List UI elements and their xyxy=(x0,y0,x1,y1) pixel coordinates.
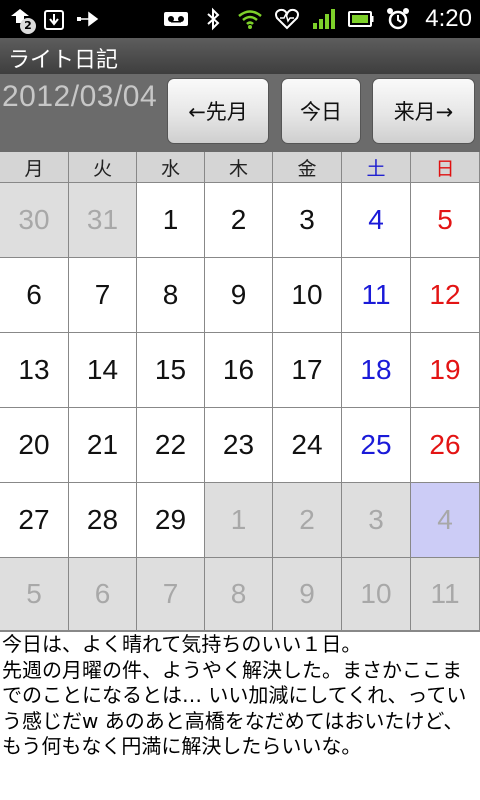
wifi-icon xyxy=(236,6,264,32)
calendar-day-cell[interactable]: 8 xyxy=(205,558,273,631)
weekday-wed-header: 水 xyxy=(137,152,205,183)
calendar-day-cell[interactable]: 19 xyxy=(411,333,480,408)
battery-icon xyxy=(347,6,375,32)
calendar-day-cell[interactable]: 20 xyxy=(0,408,69,483)
calendar-day-cell[interactable]: 24 xyxy=(273,408,342,483)
today-button[interactable]: 今日 xyxy=(281,78,361,144)
calendar-header: 2012/03/04 ←先月 今日 来月→ xyxy=(0,74,480,152)
alarm-icon xyxy=(384,6,412,32)
calendar-day-cell[interactable]: 30 xyxy=(0,183,69,258)
status-bar-time: 4:20 xyxy=(425,5,472,32)
sync-icon: 2 xyxy=(6,6,36,34)
prev-month-button[interactable]: ←先月 xyxy=(167,78,269,144)
calendar-day-cell[interactable]: 17 xyxy=(273,333,342,408)
calendar-day-cell[interactable]: 13 xyxy=(0,333,69,408)
download-icon xyxy=(40,6,68,32)
next-month-button[interactable]: 来月→ xyxy=(372,78,475,144)
calendar-day-cell[interactable]: 3 xyxy=(342,483,411,558)
status-bar-left: 2 xyxy=(6,4,102,34)
voicemail-icon xyxy=(162,6,190,32)
calendar-day-cell[interactable]: 9 xyxy=(273,558,342,631)
calendar-day-cell[interactable]: 9 xyxy=(205,258,273,333)
weekday-sat-header: 土 xyxy=(342,152,411,183)
weekday-mon-header: 月 xyxy=(0,152,69,183)
calendar-day-cell[interactable]: 1 xyxy=(205,483,273,558)
weekday-fri-header: 金 xyxy=(273,152,342,183)
calendar-day-cell[interactable]: 14 xyxy=(69,333,137,408)
calendar-day-cell[interactable]: 15 xyxy=(137,333,205,408)
heart-monitor-icon xyxy=(273,6,301,32)
calendar-day-cell[interactable]: 16 xyxy=(205,333,273,408)
calendar-day-cell[interactable]: 27 xyxy=(0,483,69,558)
calendar-day-cell[interactable]: 21 xyxy=(69,408,137,483)
calendar-day-cell[interactable]: 25 xyxy=(342,408,411,483)
calendar-day-cell[interactable]: 3 xyxy=(273,183,342,258)
status-bar-right: 4:20 xyxy=(162,4,472,34)
app-title-bar: ライト日記 xyxy=(0,38,480,74)
calendar-day-cell[interactable]: 10 xyxy=(342,558,411,631)
calendar-day-cell[interactable]: 4 xyxy=(342,183,411,258)
calendar-day-cell[interactable]: 2 xyxy=(205,183,273,258)
calendar-day-cell[interactable]: 5 xyxy=(0,558,69,631)
calendar-day-cell[interactable]: 11 xyxy=(411,558,480,631)
calendar-grid: 月火水木金土日 30 31 1 2 3 4 5 6 7 8 9 10 11 12 13 14 15 16 17 18 19… xyxy=(0,152,480,631)
weekday-tue-header: 火 xyxy=(69,152,137,183)
calendar-day-cell[interactable]: 22 xyxy=(137,408,205,483)
calendar-day-cell[interactable]: 4 xyxy=(411,483,480,558)
calendar-day-cell[interactable]: 18 xyxy=(342,333,411,408)
usb-icon xyxy=(74,6,102,32)
calendar-day-cell[interactable]: 28 xyxy=(69,483,137,558)
calendar-day-cell[interactable]: 29 xyxy=(137,483,205,558)
current-date: 2012/03/04 xyxy=(2,80,158,113)
notification-count-badge: 2 xyxy=(20,18,36,34)
calendar-day-cell[interactable]: 2 xyxy=(273,483,342,558)
calendar-day-cell[interactable]: 23 xyxy=(205,408,273,483)
diary-entry-text[interactable]: 今日は、よく晴れて気持ちのいい１日。 先週の月曜の件、ようやく解決した。まさかこ… xyxy=(0,631,480,800)
calendar-day-cell[interactable]: 6 xyxy=(69,558,137,631)
calendar-day-cell[interactable]: 5 xyxy=(411,183,480,258)
bluetooth-icon xyxy=(199,6,227,32)
calendar-day-cell[interactable]: 1 xyxy=(137,183,205,258)
weekday-thu-header: 木 xyxy=(205,152,273,183)
weekday-sun-header: 日 xyxy=(411,152,480,183)
app-title: ライト日記 xyxy=(8,47,119,72)
calendar-day-cell[interactable]: 10 xyxy=(273,258,342,333)
signal-icon xyxy=(310,6,338,32)
calendar-day-cell[interactable]: 11 xyxy=(342,258,411,333)
calendar-day-cell[interactable]: 12 xyxy=(411,258,480,333)
calendar-day-cell[interactable]: 7 xyxy=(137,558,205,631)
calendar-day-cell[interactable]: 26 xyxy=(411,408,480,483)
calendar-day-cell[interactable]: 8 xyxy=(137,258,205,333)
status-bar: 2 4:20 xyxy=(0,0,480,38)
calendar-day-cell[interactable]: 7 xyxy=(69,258,137,333)
calendar-day-cell[interactable]: 31 xyxy=(69,183,137,258)
calendar-day-cell[interactable]: 6 xyxy=(0,258,69,333)
